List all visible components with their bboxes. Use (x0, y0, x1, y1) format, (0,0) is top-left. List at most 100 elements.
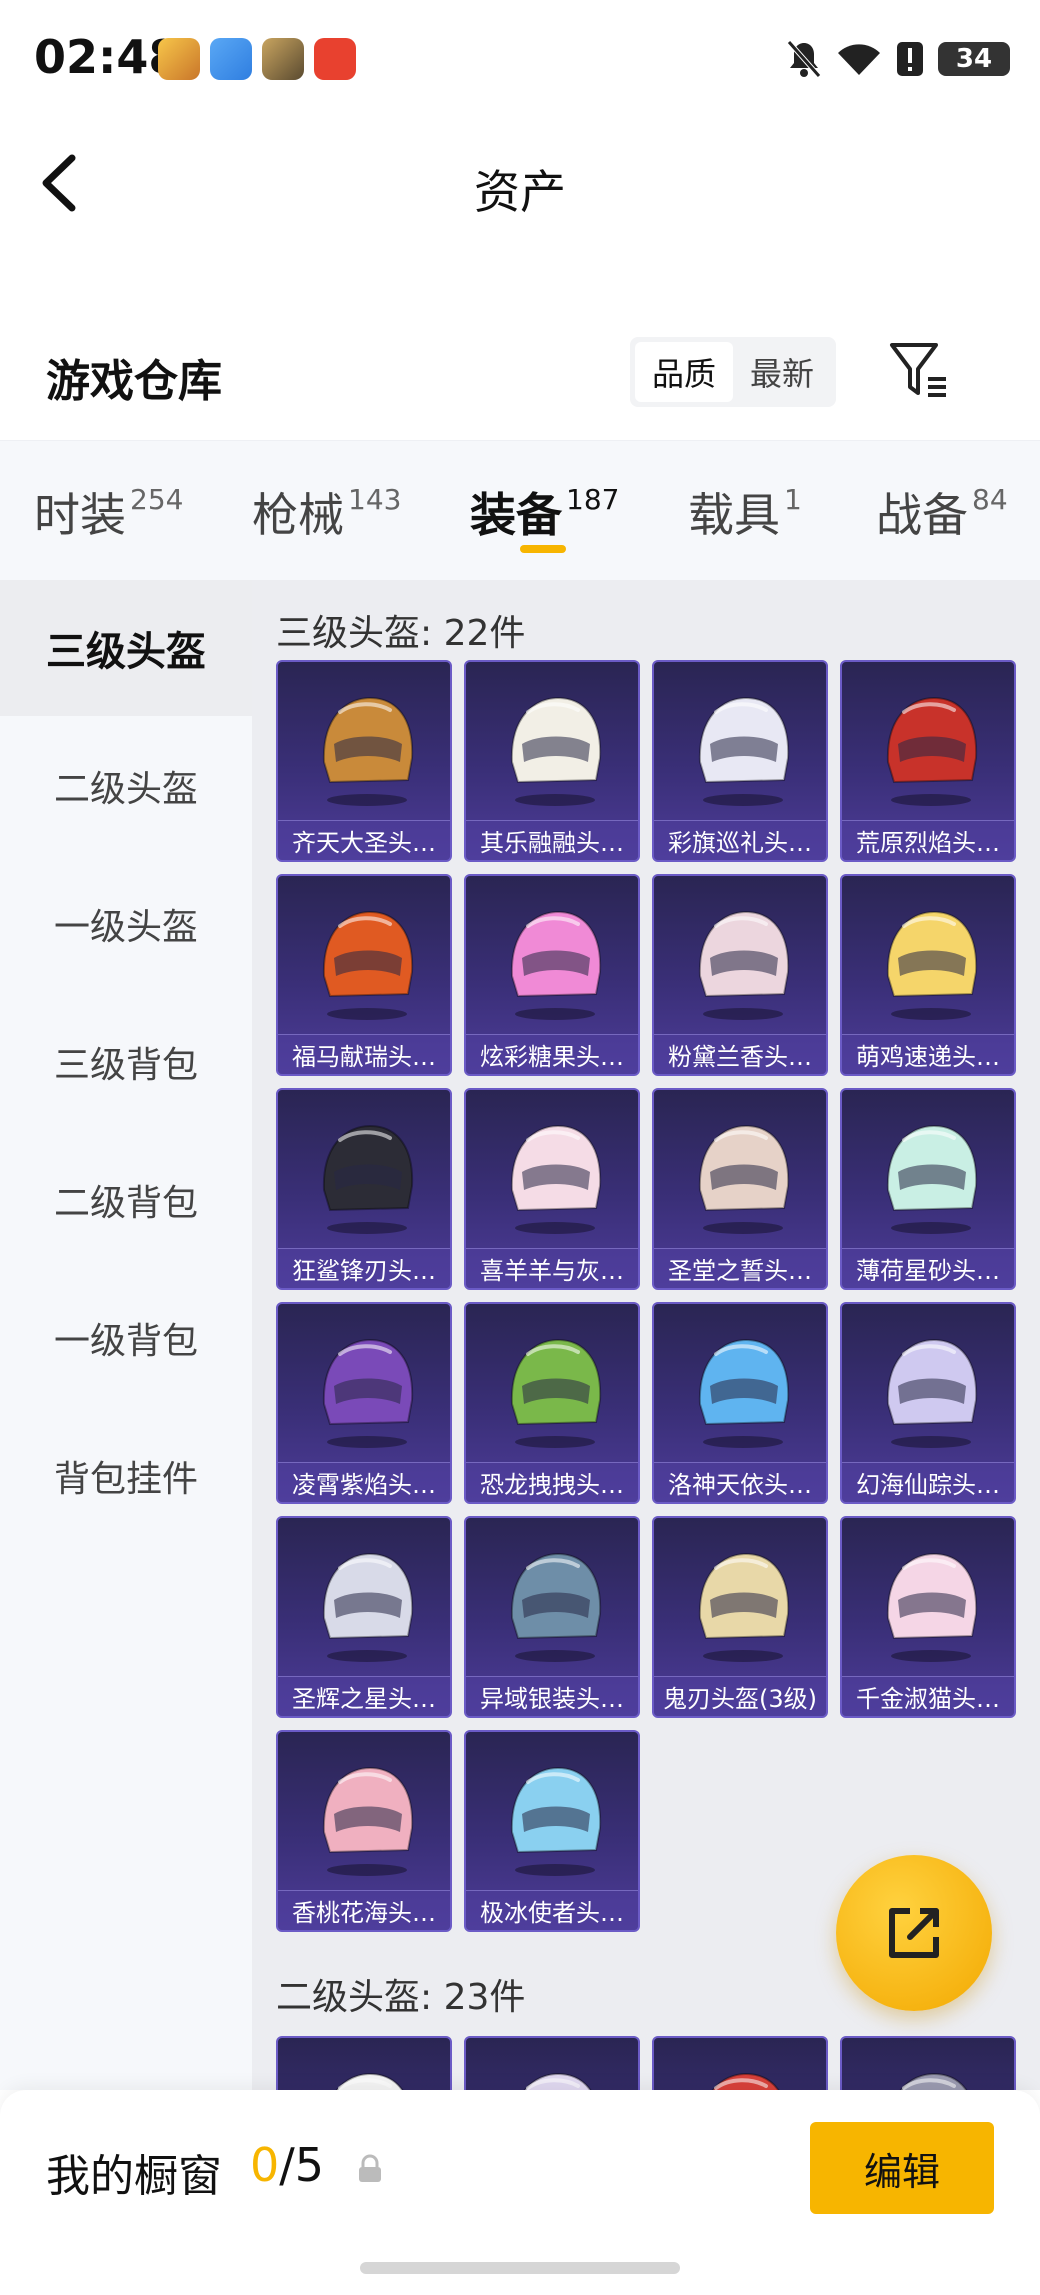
helmet-image (523, 2072, 592, 2090)
item-card[interactable]: 其乐融融头… (464, 660, 640, 862)
sidebar-item-level1-backpack[interactable]: 一级背包 (0, 1270, 252, 1406)
helmet-image (886, 1338, 978, 1448)
tab-vehicles[interactable]: 载具 1 (688, 479, 802, 545)
sidebar-item-level3-helmet[interactable]: 三级头盔 (0, 580, 252, 716)
sidebar-item-level1-helmet[interactable]: 一级头盔 (0, 856, 252, 992)
item-name: 圣堂之誓头… (654, 1248, 826, 1288)
item-card[interactable] (652, 2036, 828, 2090)
item-card[interactable]: 幻海仙踪头… (840, 1302, 1016, 1504)
helmet-image (711, 2072, 780, 2090)
helmet-image (899, 2072, 968, 2090)
tab-count: 254 (130, 483, 184, 516)
security-app-icon (314, 38, 356, 80)
item-card[interactable]: 荒原烈焰头… (840, 660, 1016, 862)
item-card[interactable] (840, 2036, 1016, 2090)
helmet-image (510, 1124, 602, 1234)
sidebar-item-backpack-charm[interactable]: 背包挂件 (0, 1408, 252, 1544)
tab-count: 1 (784, 483, 802, 516)
sort-latest-option[interactable]: 最新 (733, 342, 831, 402)
item-card[interactable]: 洛神天依头… (652, 1302, 828, 1504)
helmet-image (322, 1338, 414, 1448)
sort-quality-option[interactable]: 品质 (635, 342, 733, 402)
helmet-image (698, 696, 790, 806)
item-name: 圣辉之星头… (278, 1676, 450, 1716)
item-name: 喜羊羊与灰… (466, 1248, 638, 1288)
helmet-image (510, 1766, 602, 1876)
warehouse-title: 游戏仓库 (46, 356, 222, 407)
helmet-image (322, 910, 414, 1020)
item-card[interactable]: 炫彩糖果头… (464, 874, 640, 1076)
item-card[interactable] (276, 2036, 452, 2090)
tab-count: 84 (972, 483, 1008, 516)
tab-equipment[interactable]: 装备 187 (470, 479, 619, 545)
helmet-image (886, 1552, 978, 1662)
item-name: 鬼刃头盔(3级) (654, 1676, 826, 1716)
tab-label: 载具 (688, 488, 780, 542)
item-card[interactable]: 极冰使者头… (464, 1730, 640, 1932)
item-name: 齐天大圣头… (278, 820, 450, 860)
showcase-total-count: /5 (279, 2138, 325, 2192)
helmet-image (510, 1552, 602, 1662)
item-card[interactable]: 恐龙拽拽头… (464, 1302, 640, 1504)
item-card[interactable]: 凌霄紫焰头… (276, 1302, 452, 1504)
helmet-image (322, 1766, 414, 1876)
item-name: 荒原烈焰头… (842, 820, 1014, 860)
page-title: 资产 (474, 165, 566, 219)
item-card[interactable]: 萌鸡速递头… (840, 874, 1016, 1076)
game-app-icon (158, 38, 200, 80)
edit-button[interactable]: 编辑 (810, 2122, 994, 2214)
tab-fashion[interactable]: 时装 254 (34, 479, 183, 545)
item-card[interactable]: 喜羊羊与灰… (464, 1088, 640, 1290)
alert-icon (897, 42, 923, 76)
status-bar: 02:48 34 (0, 0, 1040, 120)
filter-icon[interactable] (888, 339, 950, 401)
tab-supplies[interactable]: 战备 84 (876, 479, 1008, 545)
helmet-image (698, 1124, 790, 1234)
item-card[interactable]: 狂鲨锋刃头… (276, 1088, 452, 1290)
item-card[interactable]: 粉黛兰香头… (652, 874, 828, 1076)
sidebar-item-level2-helmet[interactable]: 二级头盔 (0, 718, 252, 854)
item-name: 洛神天依头… (654, 1462, 826, 1502)
item-card[interactable] (464, 2036, 640, 2090)
tab-label: 枪械 (252, 488, 344, 542)
item-name: 粉黛兰香头… (654, 1034, 826, 1074)
tab-count: 187 (566, 483, 620, 516)
item-card[interactable]: 福马献瑞头… (276, 874, 452, 1076)
showcase-bar: 我的橱窗 0/5 编辑 (0, 2090, 1040, 2295)
item-card[interactable]: 圣堂之誓头… (652, 1088, 828, 1290)
item-card[interactable]: 香桃花海头… (276, 1730, 452, 1932)
external-link-icon (889, 1908, 939, 1958)
share-fab-button[interactable] (836, 1855, 992, 2011)
item-name: 狂鲨锋刃头… (278, 1248, 450, 1288)
helmet-image (322, 1124, 414, 1234)
item-name: 凌霄紫焰头… (278, 1462, 450, 1502)
item-card[interactable]: 彩旗巡礼头… (652, 660, 828, 862)
helmet-image (322, 1552, 414, 1662)
helmet-image (886, 1124, 978, 1234)
lock-icon (359, 2154, 381, 2182)
helmet-image (698, 910, 790, 1020)
item-card[interactable]: 千金淑猫头… (840, 1516, 1016, 1718)
helmet-image (886, 696, 978, 806)
showcase-count: 0/5 (250, 2138, 324, 2192)
item-name: 幻海仙踪头… (842, 1462, 1014, 1502)
sidebar-item-level3-backpack[interactable]: 三级背包 (0, 994, 252, 1130)
pubg-app-icon (262, 38, 304, 80)
item-card[interactable]: 齐天大圣头… (276, 660, 452, 862)
wifi-icon (838, 44, 880, 75)
helmet-image (698, 1552, 790, 1662)
category-tabs: 时装 254 枪械 143 装备 187 载具 1 战备 84 (0, 440, 1040, 580)
item-card[interactable]: 鬼刃头盔(3级) (652, 1516, 828, 1718)
item-card[interactable]: 圣辉之星头… (276, 1516, 452, 1718)
active-tab-indicator (520, 545, 566, 553)
item-card[interactable]: 异域银装头… (464, 1516, 640, 1718)
item-name: 彩旗巡礼头… (654, 820, 826, 860)
tab-label: 战备 (876, 488, 968, 542)
sidebar-item-level2-backpack[interactable]: 二级背包 (0, 1132, 252, 1268)
tab-firearms[interactable]: 枪械 143 (252, 479, 401, 545)
item-card[interactable]: 薄荷星砂头… (840, 1088, 1016, 1290)
showcase-current-count: 0 (250, 2138, 280, 2192)
sort-toggle: 品质 最新 (630, 337, 836, 407)
tab-label: 时装 (34, 488, 126, 542)
weather-app-icon (210, 38, 252, 80)
